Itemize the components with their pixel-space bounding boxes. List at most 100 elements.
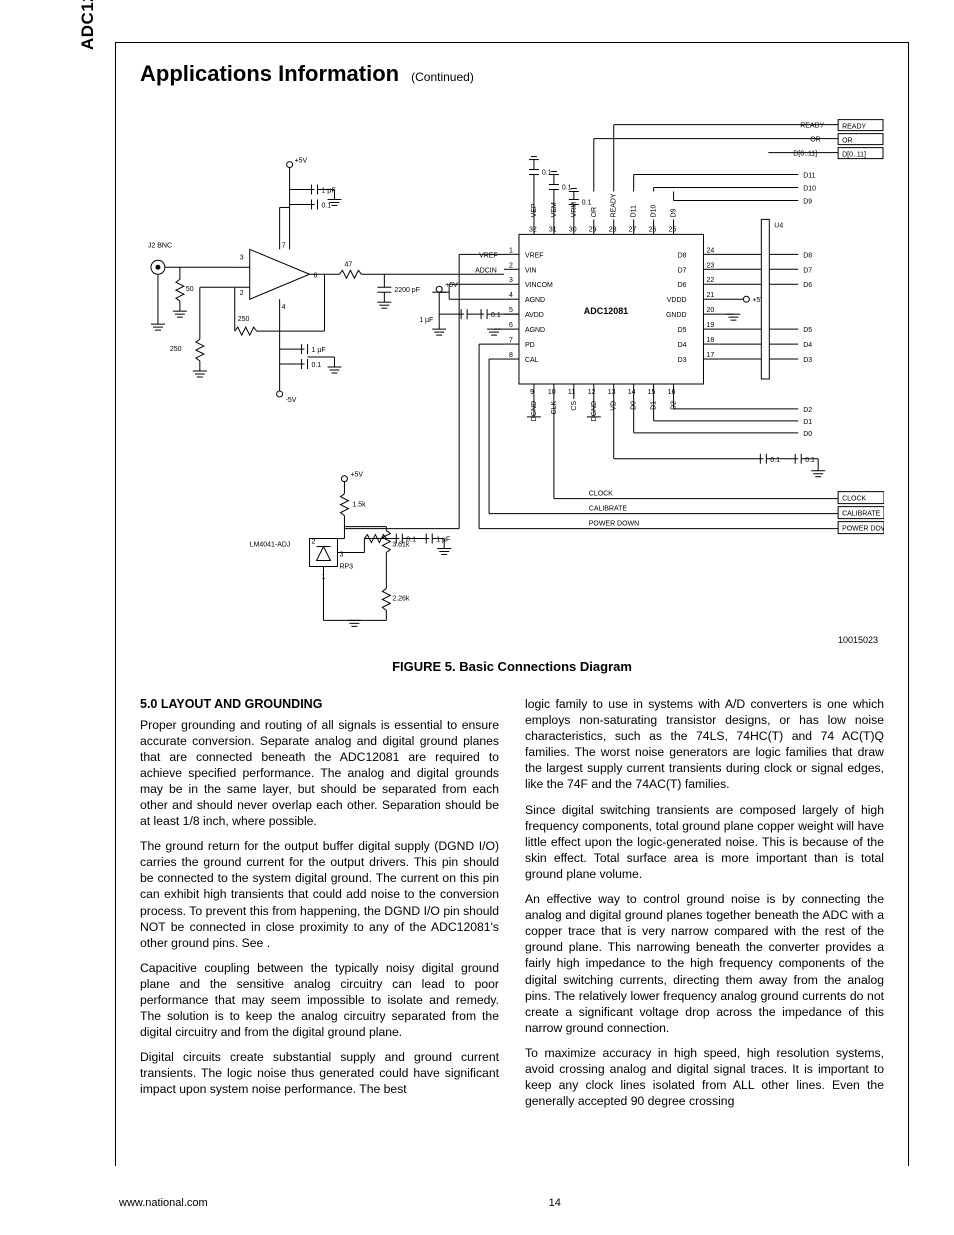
section-5-0-heading: 5.0 LAYOUT AND GROUNDING [140, 696, 499, 713]
svg-text:D9: D9 [803, 198, 812, 205]
svg-text:+5V: +5V [295, 158, 308, 165]
svg-text:D11: D11 [631, 205, 638, 217]
heading-continued: (Continued) [411, 70, 474, 84]
para: Capacitive coupling between the typicall… [140, 960, 499, 1040]
section-heading: Applications Information [140, 61, 399, 87]
heading-row: Applications Information (Continued) [140, 61, 884, 87]
svg-text:4: 4 [509, 292, 513, 299]
svg-text:6: 6 [509, 322, 513, 329]
svg-text:VIN: VIN [525, 267, 537, 274]
svg-text:D[0..11]: D[0..11] [793, 151, 817, 158]
svg-text:D7: D7 [803, 267, 812, 274]
svg-text:D[0..11]: D[0..11] [842, 152, 866, 159]
svg-text:D9: D9 [671, 208, 678, 217]
svg-text:D10: D10 [803, 185, 816, 192]
svg-text:ADC12081: ADC12081 [584, 306, 628, 316]
svg-text:0.1: 0.1 [562, 184, 572, 191]
svg-text:OR: OR [842, 138, 852, 145]
svg-text:2.26k: 2.26k [392, 595, 410, 602]
figure-caption: FIGURE 5. Basic Connections Diagram [140, 659, 884, 674]
svg-text:50: 50 [186, 286, 194, 293]
svg-text:26: 26 [649, 226, 657, 233]
footer-url: www.national.com [119, 1197, 208, 1209]
svg-text:POWER DOWN: POWER DOWN [842, 526, 884, 533]
svg-text:D1: D1 [803, 419, 812, 426]
svg-text:VINCOM: VINCOM [525, 282, 553, 289]
svg-text:0.1: 0.1 [542, 170, 552, 177]
svg-text:D5: D5 [678, 327, 687, 334]
svg-text:D8: D8 [678, 252, 687, 259]
svg-text:AGND: AGND [525, 327, 545, 334]
svg-text:POWER DOWN: POWER DOWN [589, 521, 639, 528]
column-right: logic family to use in systems with A/D … [525, 696, 884, 1118]
svg-text:25: 25 [669, 226, 677, 233]
page: ADC12081 Applications Information (Conti… [0, 0, 954, 1235]
svg-text:READY: READY [611, 193, 618, 217]
svg-text:AGND: AGND [525, 297, 545, 304]
svg-text:20: 20 [706, 307, 714, 314]
svg-text:1.5k: 1.5k [352, 502, 366, 509]
svg-text:10: 10 [548, 389, 556, 396]
svg-text:0.1: 0.1 [582, 199, 592, 206]
column-left: 5.0 LAYOUT AND GROUNDING Proper groundin… [140, 696, 499, 1118]
svg-text:3.61k: 3.61k [392, 542, 410, 549]
svg-text:7: 7 [509, 337, 513, 344]
svg-text:31: 31 [549, 226, 557, 233]
svg-text:7: 7 [282, 242, 286, 249]
svg-text:12: 12 [588, 389, 596, 396]
svg-text:CALIBRATE: CALIBRATE [842, 511, 881, 518]
svg-text:32: 32 [529, 226, 537, 233]
side-part-number: ADC12081 [78, 0, 98, 50]
para: Since digital switching transients are c… [525, 802, 884, 882]
para: Digital circuits create substantial supp… [140, 1049, 499, 1097]
svg-text:D0: D0 [803, 431, 812, 438]
svg-text:D5: D5 [803, 327, 812, 334]
para: The ground return for the output buffer … [140, 838, 499, 951]
svg-text:AVDD: AVDD [525, 312, 544, 319]
svg-text:READY: READY [842, 124, 866, 131]
svg-text:13: 13 [608, 389, 616, 396]
content-frame: Applications Information (Continued) +5V… [115, 42, 909, 1166]
svg-text:D3: D3 [678, 357, 687, 364]
svg-text:2: 2 [509, 262, 513, 269]
svg-text:18: 18 [706, 337, 714, 344]
svg-text:1 µF: 1 µF [419, 317, 433, 324]
svg-text:D8: D8 [803, 252, 812, 259]
svg-text:CLOCK: CLOCK [589, 491, 613, 498]
svg-text:1 µF: 1 µF [322, 187, 336, 194]
figure-id: 10015023 [838, 635, 878, 645]
svg-text:2: 2 [312, 539, 316, 546]
svg-text:47: 47 [344, 261, 352, 268]
svg-text:VREF: VREF [479, 252, 498, 259]
svg-text:+5V: +5V [445, 282, 458, 289]
svg-text:19: 19 [706, 322, 714, 329]
svg-text:RP3: RP3 [339, 563, 353, 570]
svg-text:21: 21 [706, 292, 714, 299]
svg-text:24: 24 [706, 247, 714, 254]
svg-text:D6: D6 [803, 282, 812, 289]
para: logic family to use in systems with A/D … [525, 696, 884, 793]
svg-text:8: 8 [509, 352, 513, 359]
svg-text:1: 1 [509, 247, 513, 254]
svg-text:5: 5 [509, 307, 513, 314]
svg-text:0.1: 0.1 [312, 362, 322, 369]
svg-text:READY: READY [800, 123, 824, 130]
svg-text:CALIBRATE: CALIBRATE [589, 506, 628, 513]
para: To maximize accuracy in high speed, high… [525, 1045, 884, 1109]
svg-text:30: 30 [569, 226, 577, 233]
svg-text:PD: PD [525, 342, 535, 349]
svg-text:0.1: 0.1 [491, 312, 501, 319]
svg-text:D11: D11 [803, 173, 815, 180]
para: An effective way to control ground noise… [525, 891, 884, 1036]
svg-text:D3: D3 [803, 357, 812, 364]
svg-text:4: 4 [282, 304, 286, 311]
svg-text:OR: OR [591, 207, 598, 217]
svg-text:VDDD: VDDD [667, 297, 687, 304]
svg-text:J2 BNC: J2 BNC [148, 242, 172, 249]
svg-text:0.1: 0.1 [322, 202, 332, 209]
svg-text:D4: D4 [678, 342, 687, 349]
svg-text:U4: U4 [774, 222, 783, 229]
svg-text:-5V: -5V [286, 397, 297, 404]
body-columns: 5.0 LAYOUT AND GROUNDING Proper groundin… [140, 696, 884, 1118]
svg-text:3: 3 [509, 277, 513, 284]
